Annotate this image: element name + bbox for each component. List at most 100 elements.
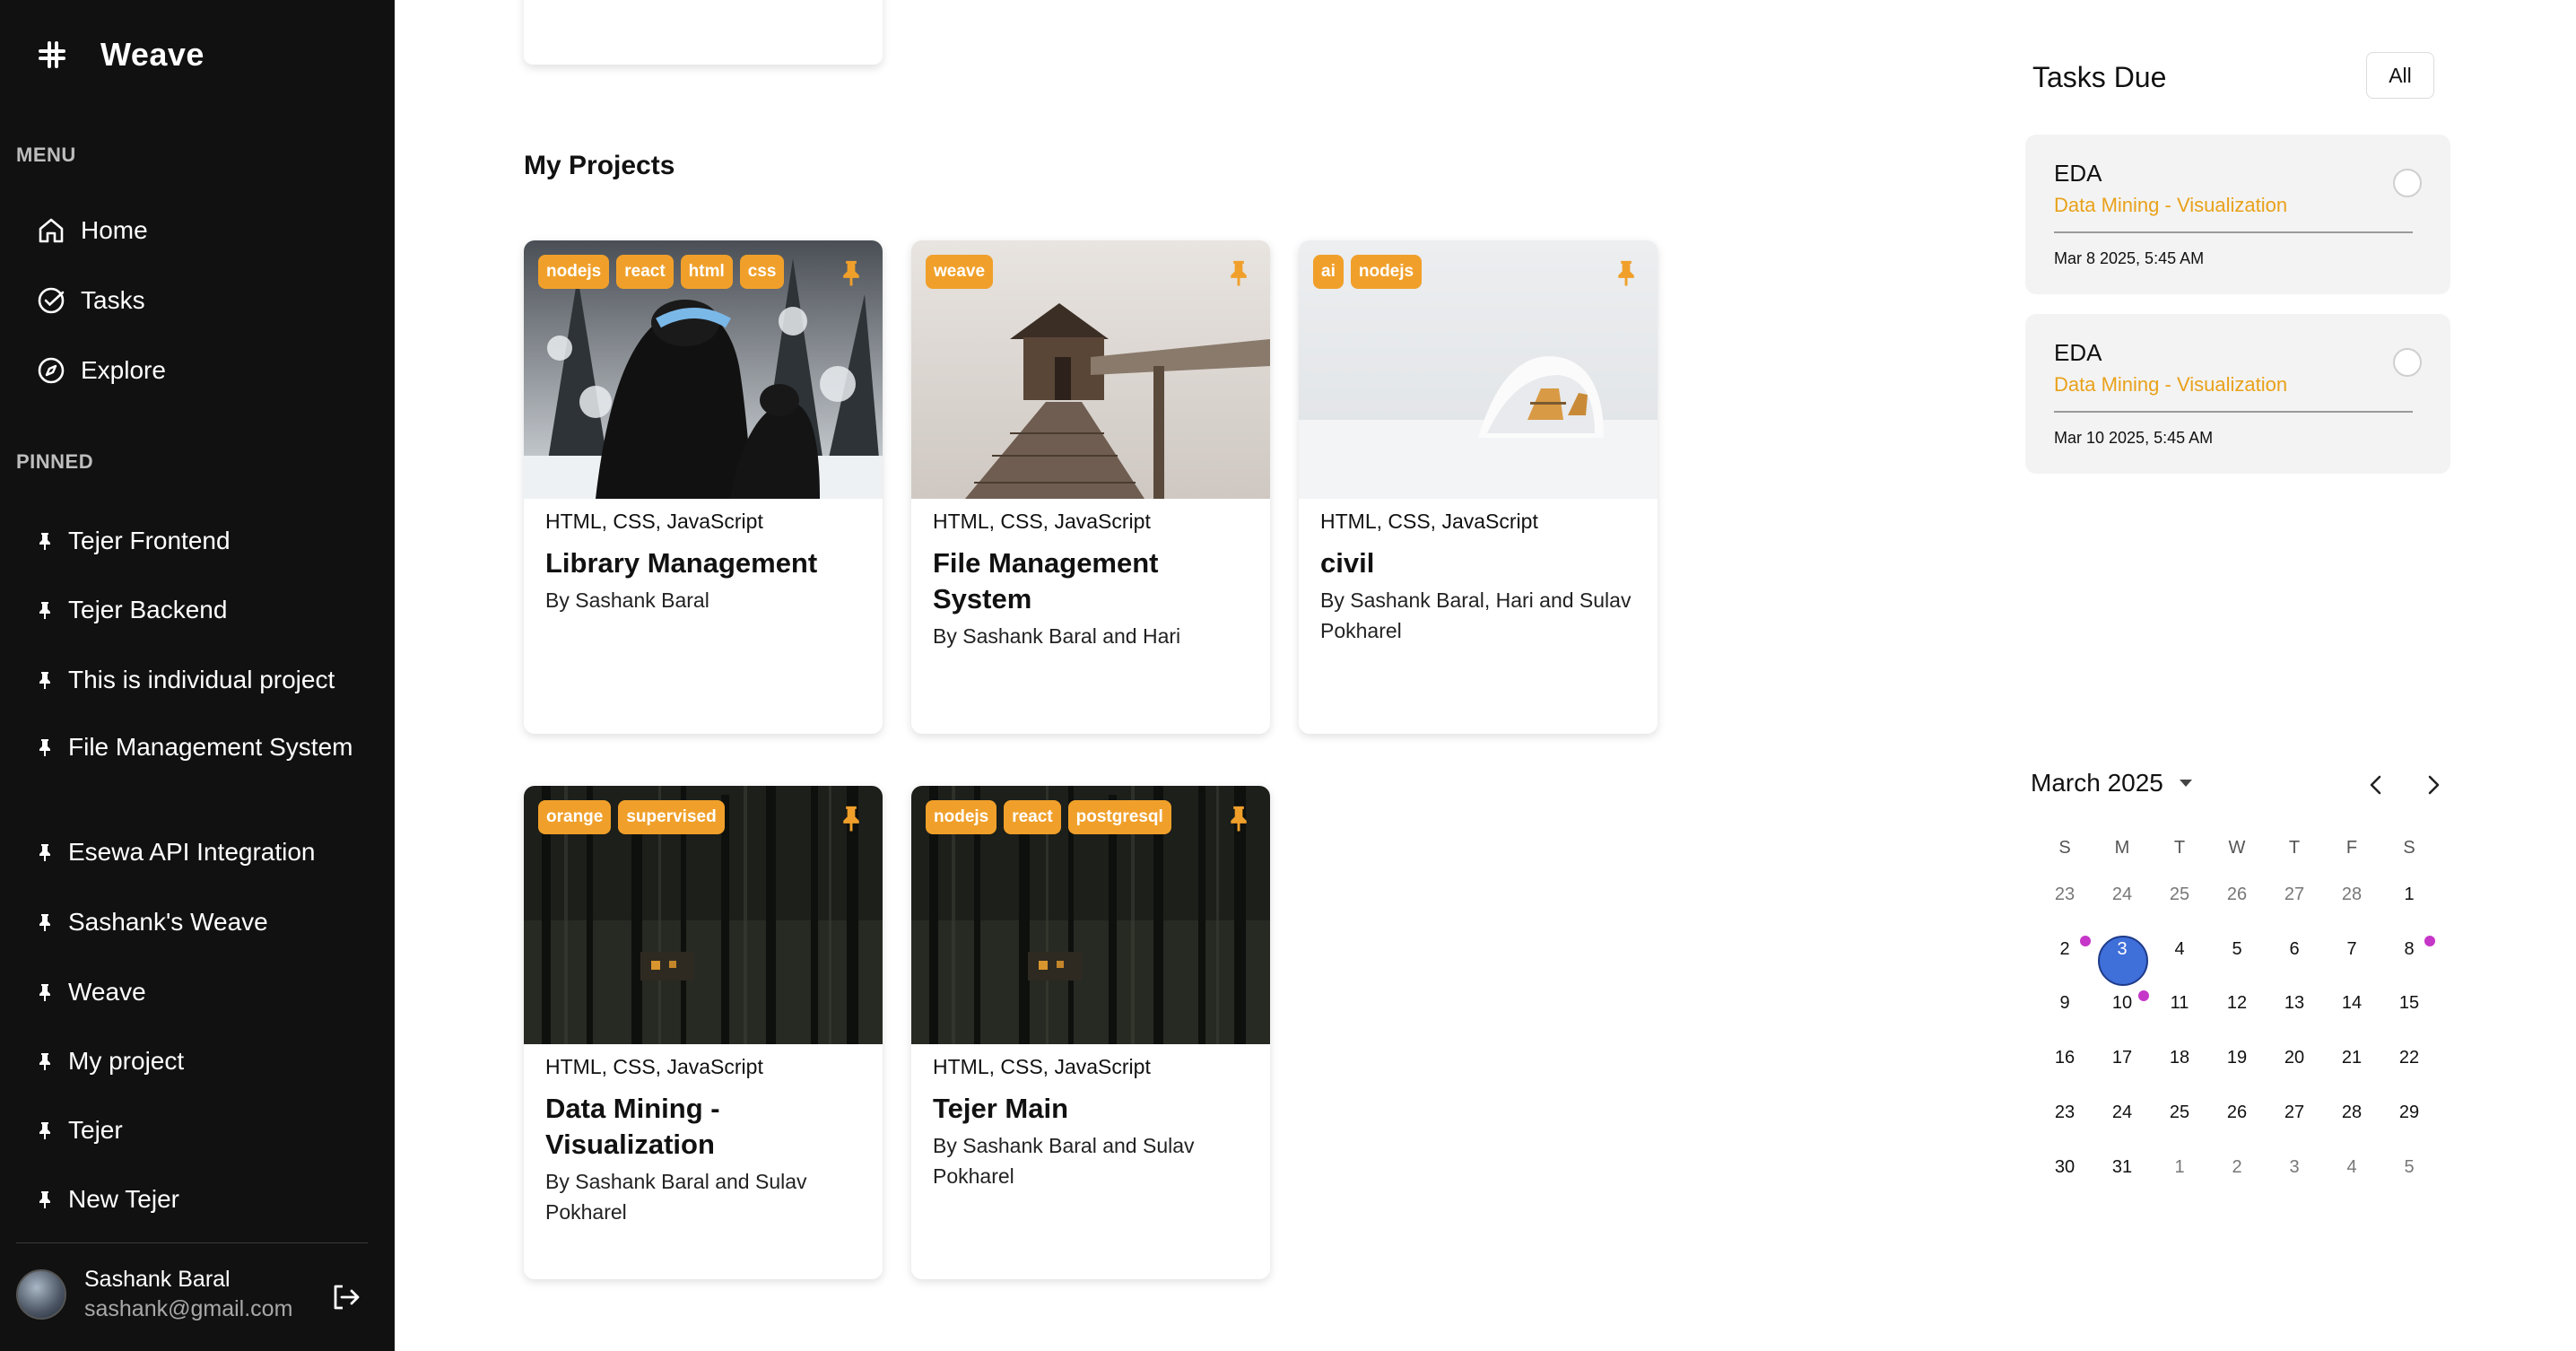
weave-logo-icon [39,41,65,68]
pinned-item[interactable]: Tejer Backend [36,593,364,627]
pin-icon[interactable] [1225,258,1252,287]
pin-icon[interactable] [838,804,865,832]
project-tech-stack: HTML, CSS, JavaScript [933,1055,1151,1078]
caret-down-icon [2179,780,2192,787]
pinned-item[interactable]: New Tejer [36,1182,364,1216]
pinned-item[interactable]: Esewa API Integration [36,835,364,869]
calendar-next-month-icon[interactable] [2420,771,2447,798]
check-circle-icon [38,287,65,314]
task-project[interactable]: Data Mining - Visualization [2054,194,2287,217]
task-complete-radio[interactable] [2393,348,2422,377]
calendar-day[interactable]: 14 [2334,993,2370,1014]
pin-icon[interactable] [1225,804,1252,832]
app-root: Weave MENU Home Tasks Explore PINNED Tej… [0,0,2576,1351]
pin-icon[interactable] [1613,258,1640,287]
calendar-day[interactable]: 2 [2219,1157,2255,1178]
calendar-month-select[interactable]: March 2025 [2031,769,2194,798]
nav-explore-label: Explore [81,356,166,384]
pinned-item[interactable]: Tejer [36,1113,364,1147]
project-title: civil [1320,547,1375,579]
calendar-day[interactable]: 29 [2391,1103,2427,1123]
calendar-day[interactable]: 13 [2276,993,2312,1014]
calendar-weekday: T [2173,838,2186,858]
project-card[interactable]: ai nodejs HTML, CSS, JavaScript civil By Sas… [1299,240,1658,734]
calendar-day[interactable]: 6 [2276,939,2312,960]
calendar-day[interactable]: 28 [2334,885,2370,905]
sidebar-divider [16,1242,368,1243]
calendar-day[interactable]: 31 [2104,1157,2140,1178]
pinned-item-label: File Management System [68,733,353,761]
task-card[interactable]: EDA Data Mining - Visualization Mar 10 2… [2025,314,2450,474]
task-project[interactable]: Data Mining - Visualization [2054,373,2287,397]
logout-icon[interactable] [330,1281,362,1313]
calendar-day[interactable]: 26 [2219,1103,2255,1123]
project-card[interactable]: nodejs react html css HTML, CSS, JavaScript L… [524,240,883,734]
nav-explore[interactable]: Explore [36,355,166,386]
calendar-day[interactable]: 25 [2162,1103,2197,1123]
calendar-day[interactable]: 17 [2104,1048,2140,1068]
calendar-day[interactable]: 25 [2162,885,2197,905]
pinned-section-title: PINNED [16,450,94,473]
project-title: Library Management [545,547,818,579]
calendar-day[interactable]: 3 [2276,1157,2312,1178]
pinned-item[interactable]: My project [36,1044,364,1078]
pinned-item-label: My project [68,1047,185,1075]
calendar-prev-month-icon[interactable] [2363,771,2389,798]
nav-home[interactable]: Home [36,215,148,246]
calendar-day[interactable]: 24 [2104,1103,2140,1123]
pinned-item[interactable]: File Management System [36,730,364,764]
pinned-item-label: New Tejer [68,1185,179,1213]
task-complete-radio[interactable] [2393,169,2422,197]
calendar-day[interactable]: 18 [2162,1048,2197,1068]
calendar-day[interactable]: 21 [2334,1048,2370,1068]
task-card[interactable]: EDA Data Mining - Visualization Mar 8 20… [2025,135,2450,294]
calendar-day[interactable]: 12 [2219,993,2255,1014]
calendar-day[interactable]: 24 [2104,885,2140,905]
calendar-day[interactable]: 4 [2334,1157,2370,1178]
calendar-day[interactable]: 30 [2047,1157,2083,1178]
project-card[interactable]: orange supervised HTML, CSS, JavaScript Dat… [524,786,883,1279]
calendar-day[interactable]: 1 [2391,885,2427,905]
calendar-day[interactable]: 7 [2334,939,2370,960]
calendar-day[interactable]: 8 [2391,939,2427,960]
task-name: EDA [2054,160,2102,187]
calendar-day[interactable]: 23 [2047,1103,2083,1123]
calendar-day[interactable]: 1 [2162,1157,2197,1178]
project-card[interactable]: nodejs react postgresql HTML, CSS, JavaScri… [911,786,1270,1279]
calendar-day[interactable]: 11 [2162,993,2197,1014]
pinned-item[interactable]: Tejer Frontend [36,524,364,558]
calendar-day[interactable]: 20 [2276,1048,2312,1068]
calendar-day[interactable]: 10 [2104,993,2140,1014]
pin-icon [39,914,50,931]
calendar-day[interactable]: 19 [2219,1048,2255,1068]
pin-icon[interactable] [838,258,865,287]
calendar-day[interactable]: 26 [2219,885,2255,905]
tag-list: ai nodejs [1313,255,1423,289]
calendar-day[interactable]: 15 [2391,993,2427,1014]
brand[interactable]: Weave [36,36,205,74]
calendar-day[interactable]: 22 [2391,1048,2427,1068]
calendar-day[interactable]: 27 [2276,885,2312,905]
calendar-day[interactable]: 9 [2047,993,2083,1014]
calendar-day[interactable]: 2 [2047,939,2083,960]
nav-tasks[interactable]: Tasks [36,285,145,316]
user-profile[interactable]: Sashank Baral sashank@gmail.com [16,1267,292,1322]
calendar-day[interactable]: 5 [2391,1157,2427,1178]
pin-icon [39,984,50,1001]
calendar-day[interactable]: 27 [2276,1103,2312,1123]
pinned-item[interactable]: This is individual project [36,663,364,697]
calendar-day[interactable]: 23 [2047,885,2083,905]
project-card[interactable]: weave HTML, CSS, JavaScript File Managemen… [911,240,1270,734]
calendar-day[interactable]: 16 [2047,1048,2083,1068]
calendar-day[interactable]: 4 [2162,939,2197,960]
calendar-day[interactable]: 5 [2219,939,2255,960]
home-icon [39,218,64,243]
tasks-filter-all-button[interactable]: All [2366,52,2434,99]
calendar-day-selected[interactable]: 3 [2104,939,2140,960]
avatar[interactable] [16,1269,66,1320]
tag-badge: orange [538,800,612,834]
pinned-item-label: Tejer [68,1116,123,1144]
pinned-item[interactable]: Weave [36,975,364,1009]
pinned-item[interactable]: Sashank's Weave [36,905,364,939]
calendar-day[interactable]: 28 [2334,1103,2370,1123]
